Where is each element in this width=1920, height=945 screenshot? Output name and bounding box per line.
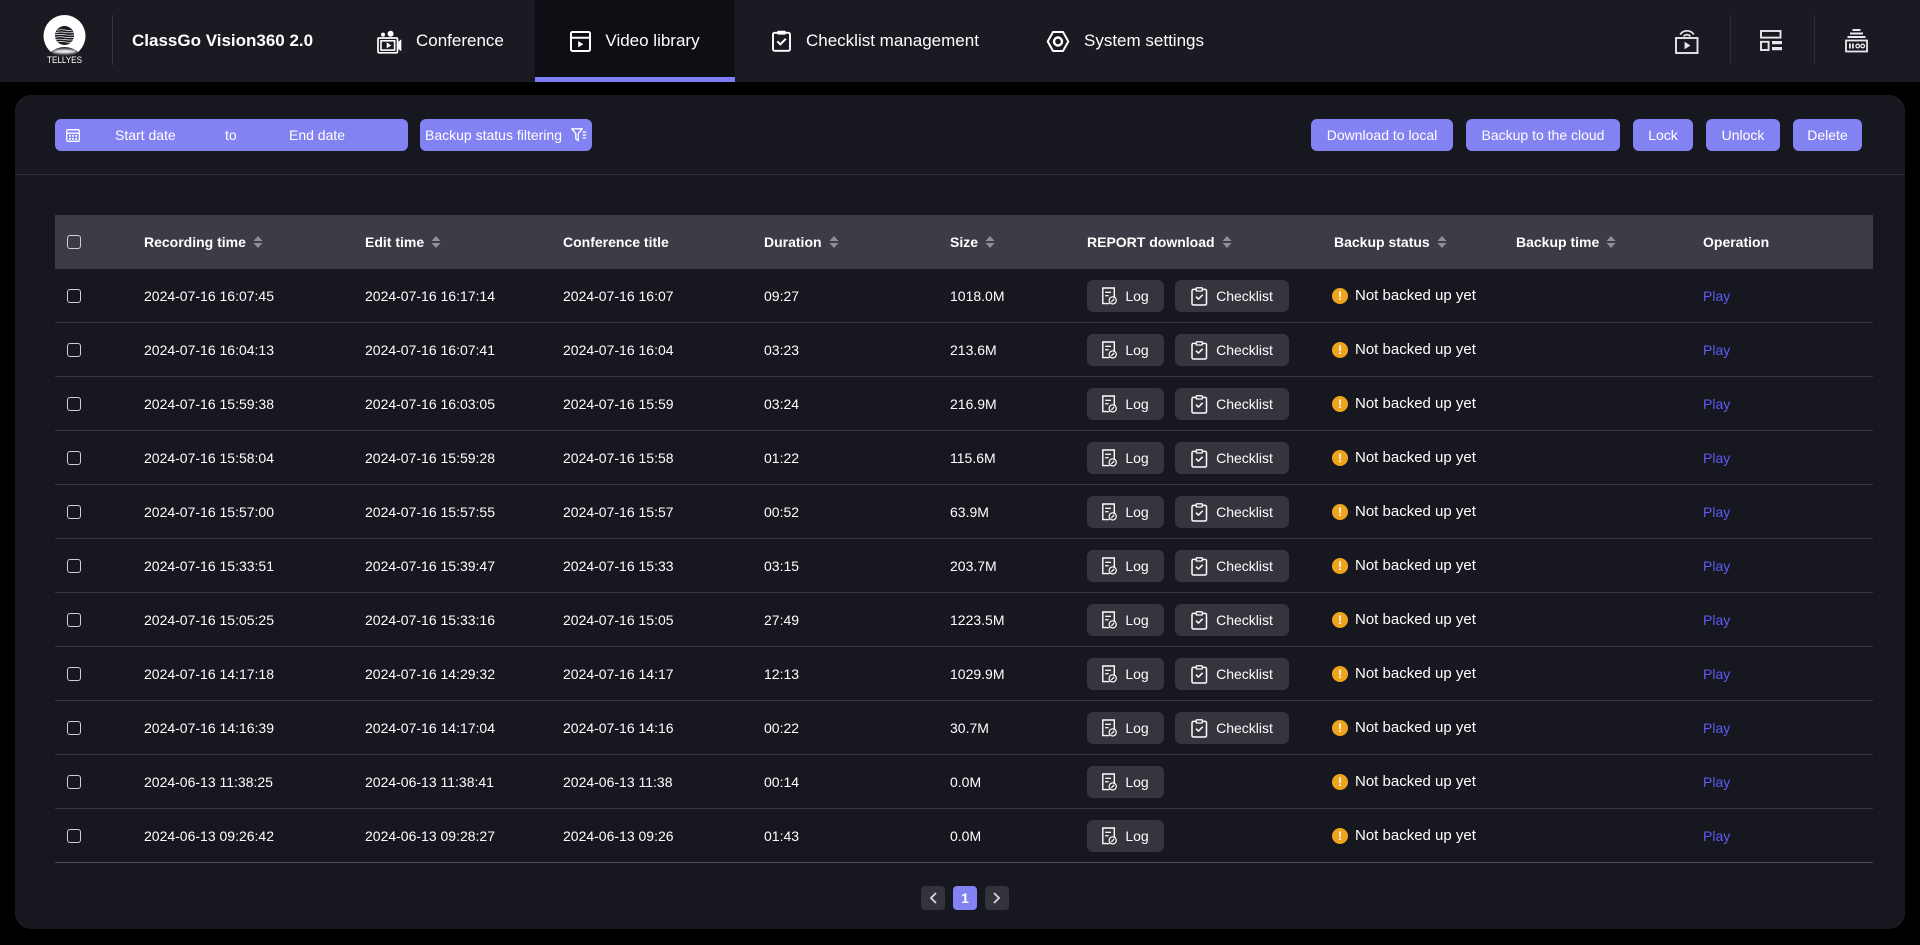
svg-text:TELLYES: TELLYES — [47, 55, 82, 65]
